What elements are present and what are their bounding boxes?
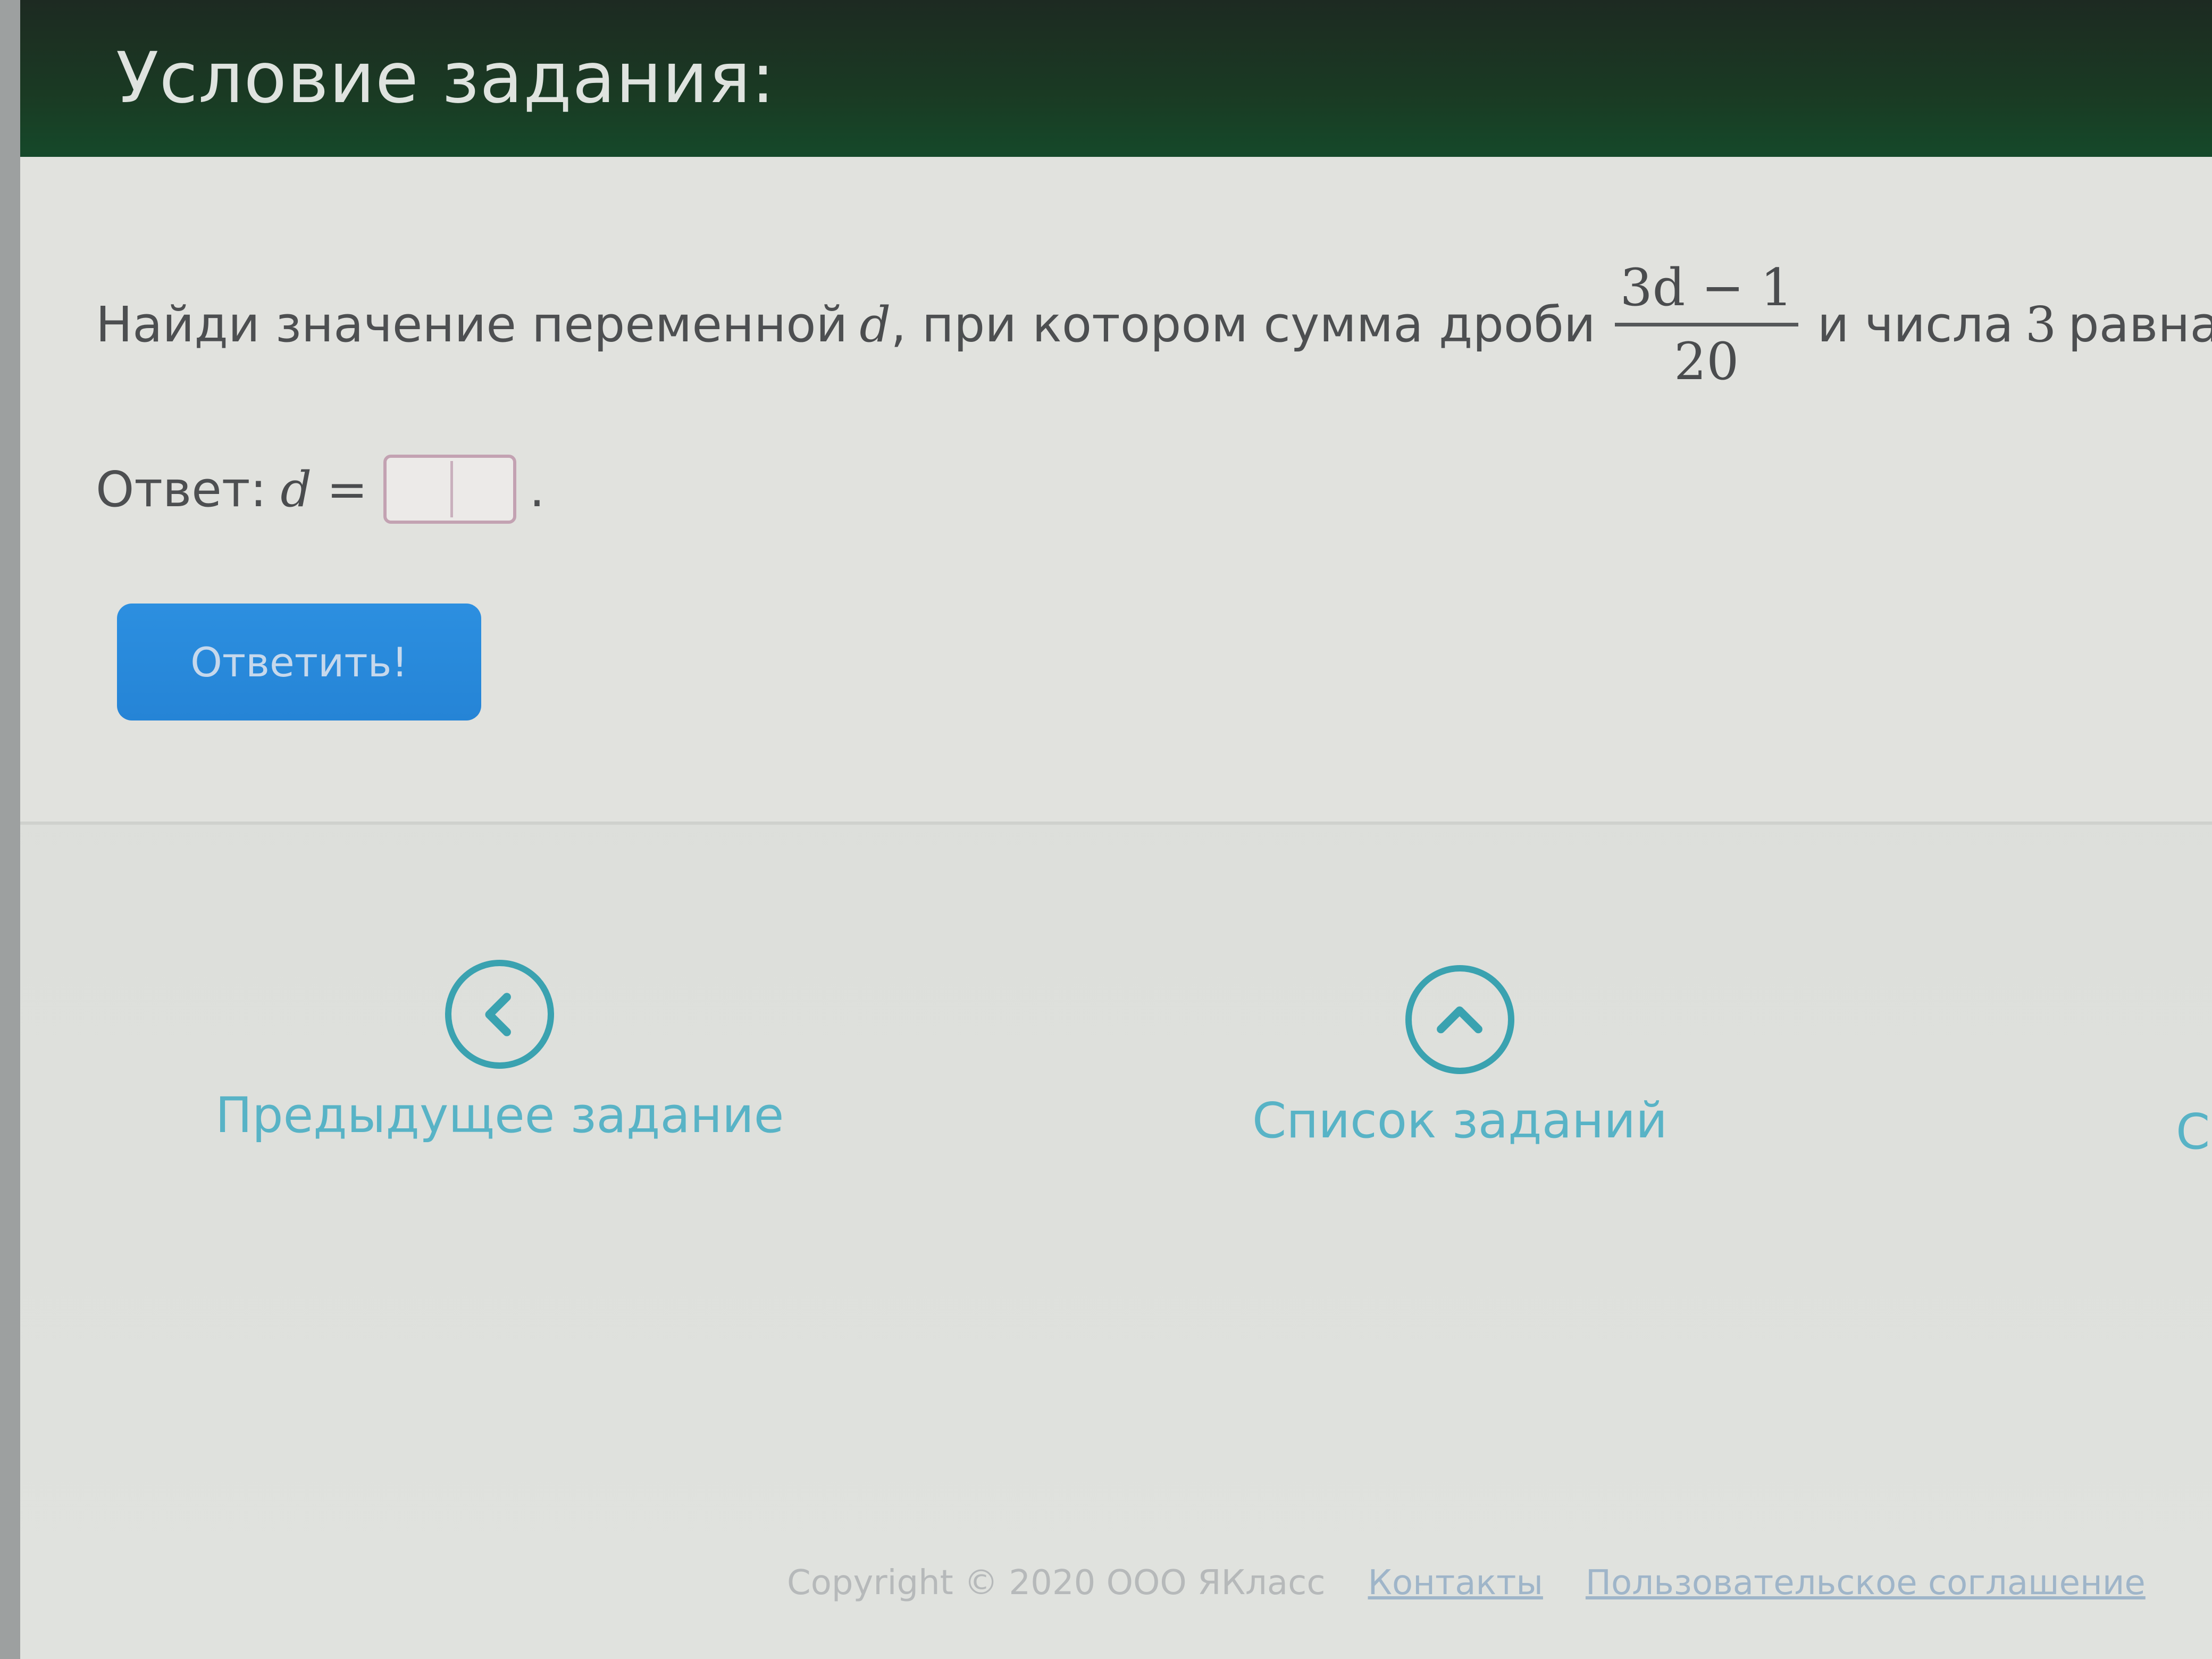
answer-label: Ответ: [96, 460, 267, 518]
contacts-link[interactable]: Контакты [1368, 1563, 1543, 1603]
answer-equals: = [326, 460, 368, 518]
task-list-label[interactable]: Список заданий [1252, 1092, 1668, 1149]
answer-row: Ответ: d = . [96, 452, 545, 526]
variable-d: d [859, 296, 891, 353]
footer: Copyright © 2020 ООО ЯКласс Контакты Пол… [787, 1563, 2146, 1603]
previous-task-link[interactable]: Предыдущее задание [215, 960, 784, 1144]
previous-task-label[interactable]: Предыдущее задание [215, 1087, 784, 1144]
fraction-one: 3d − 1 20 [1614, 257, 1798, 391]
screen: Условие задания: Найди значение переменн… [0, 0, 2212, 1659]
chevron-left-icon[interactable] [445, 960, 555, 1069]
submit-button[interactable]: Ответить! [117, 604, 481, 720]
answer-input-divider [450, 461, 454, 517]
copyright-text: Copyright © 2020 ООО ЯКласс [787, 1563, 1326, 1603]
statement-text-equals: равна [2068, 296, 2212, 353]
statement-text-middle: и числа [1817, 296, 2014, 353]
statement-text-start: Найди значение переменной [96, 296, 848, 353]
chevron-up-icon[interactable] [1405, 965, 1514, 1074]
number-three: 3 [2025, 296, 2057, 353]
next-task-link[interactable]: С [2176, 1103, 2210, 1160]
task-statement: Найди значение переменной d , при которо… [96, 239, 2212, 409]
answer-input[interactable] [383, 455, 517, 524]
page-title: Условие задания: [116, 37, 776, 119]
fraction-one-bar [1614, 322, 1798, 326]
task-header: Условие задания: [20, 0, 2212, 157]
screen-bezel [0, 0, 20, 1659]
user-agreement-link[interactable]: Пользовательское соглашение [1586, 1563, 2146, 1603]
fraction-one-denominator: 20 [1674, 331, 1739, 391]
fraction-one-numerator: 3d − 1 [1620, 257, 1793, 317]
answer-end-punct: . [529, 460, 545, 518]
statement-text-continued: , при котором сумма дроби [891, 296, 1596, 353]
task-list-link[interactable]: Список заданий [1252, 965, 1668, 1149]
answer-variable: d [280, 460, 312, 518]
